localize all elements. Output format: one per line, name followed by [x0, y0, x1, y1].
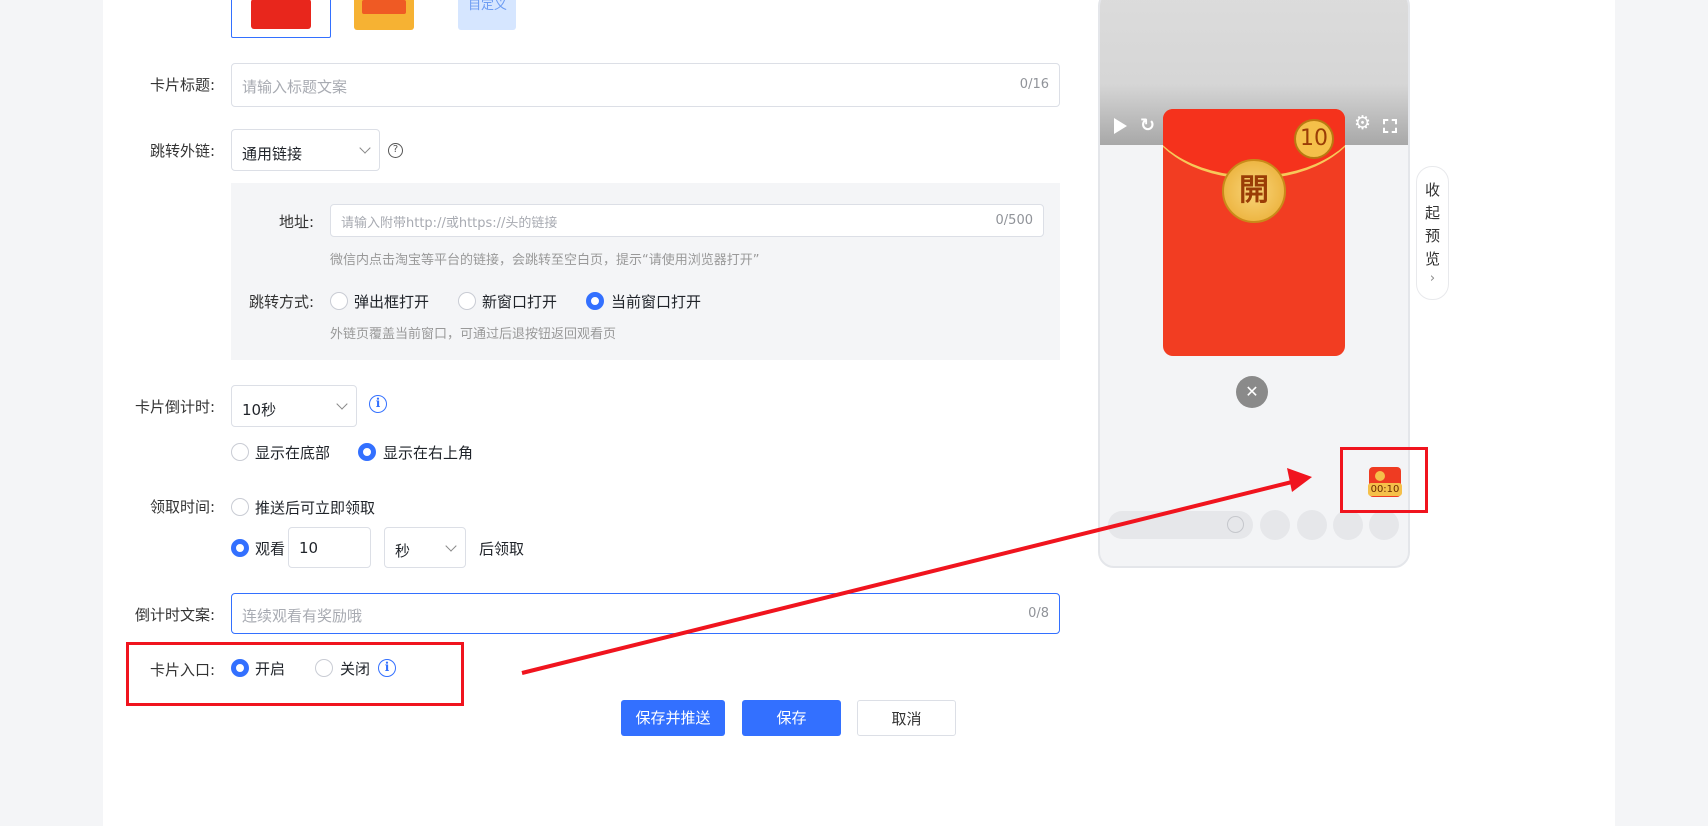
receive-watch-input[interactable]: 10: [288, 527, 371, 568]
cancel-button[interactable]: 取消: [857, 700, 956, 736]
chevron-right-icon: ›: [1429, 271, 1436, 286]
open-mode-new-window-radio[interactable]: [458, 292, 476, 310]
template-thumb-selected[interactable]: [231, 0, 331, 38]
settings-icon[interactable]: ⚙: [1354, 112, 1371, 134]
receive-watch-radio[interactable]: [231, 539, 249, 557]
address-input[interactable]: 请输入附带http://或https://头的链接 0/500: [330, 204, 1044, 237]
close-icon[interactable]: ✕: [1236, 376, 1268, 408]
collapse-preview-char: 收: [1424, 181, 1440, 199]
countdown-text-input[interactable]: 连续观看有奖励哦 0/8: [231, 593, 1060, 634]
countdown-top-right-radio[interactable]: [358, 443, 376, 461]
countdown-select[interactable]: 10秒: [231, 385, 357, 427]
help-icon[interactable]: ?: [388, 143, 403, 158]
collapse-preview-char: 预: [1424, 227, 1440, 245]
red-packet-card[interactable]: 10 開: [1163, 109, 1345, 356]
red-packet-open-label: 開: [1239, 173, 1269, 208]
countdown-value: 10秒: [242, 401, 277, 419]
card-title-count: 0/16: [1019, 77, 1049, 92]
open-mode-current-window-label[interactable]: 当前窗口打开: [611, 291, 701, 312]
fullscreen-icon[interactable]: [1383, 119, 1397, 133]
link-label: 跳转外链:: [149, 142, 215, 160]
custom-thumb-label: 自定义: [468, 0, 508, 13]
open-mode-current-window-radio[interactable]: [586, 292, 604, 310]
chevron-down-icon: [336, 398, 348, 410]
countdown-top-right-label[interactable]: 显示在右上角: [383, 442, 473, 463]
open-mode-label: 跳转方式:: [248, 293, 314, 311]
address-hint: 微信内点击淘宝等平台的链接，会跳转至空白页，提示“请使用浏览器打开”: [330, 253, 760, 268]
red-packet-count-badge: 10: [1294, 119, 1334, 159]
receive-unit-value: 秒: [395, 542, 411, 560]
annotation-box-mini-entry: [1340, 447, 1428, 513]
chevron-down-icon: [445, 540, 457, 552]
countdown-text-count: 0/8: [1028, 606, 1049, 621]
comment-input[interactable]: [1108, 511, 1253, 539]
play-icon[interactable]: [1114, 118, 1127, 134]
open-mode-popup-radio[interactable]: [330, 292, 348, 310]
custom-thumb[interactable]: 自定义: [458, 0, 516, 30]
card-title-label: 卡片标题:: [149, 76, 215, 94]
card-title-input[interactable]: 请输入标题文案 0/16: [231, 63, 1060, 107]
collapse-preview-char: 览: [1424, 250, 1440, 268]
emoji-icon[interactable]: [1227, 516, 1244, 533]
address-count: 0/500: [995, 213, 1033, 228]
chevron-down-icon: [359, 142, 371, 154]
gift-box-lid: [362, 0, 406, 14]
action-circle-icon[interactable]: [1369, 510, 1399, 540]
address-label: 地址:: [278, 213, 314, 231]
red-packet-count: 10: [1300, 126, 1328, 151]
open-mode-popup-label[interactable]: 弹出框打开: [354, 291, 429, 312]
action-circle-icon[interactable]: [1297, 510, 1327, 540]
red-packet-open-button[interactable]: 開: [1222, 159, 1286, 223]
receive-watch-label[interactable]: 观看: [255, 538, 285, 559]
collapse-preview-tab[interactable]: 收 起 预 览 ›: [1416, 166, 1449, 300]
receive-watch-value: 10: [299, 539, 319, 557]
info-icon[interactable]: i: [369, 395, 387, 413]
countdown-bottom-label[interactable]: 显示在底部: [255, 442, 330, 463]
countdown-text-placeholder: 连续观看有奖励哦: [242, 607, 363, 625]
receive-label: 领取时间:: [149, 498, 215, 516]
refresh-icon[interactable]: ↻: [1140, 115, 1155, 136]
collapse-preview-char: 起: [1424, 204, 1440, 222]
receive-immediate-label[interactable]: 推送后可立即领取: [255, 497, 375, 518]
save-push-button[interactable]: 保存并推送: [621, 700, 725, 736]
action-circle-icon[interactable]: [1260, 510, 1290, 540]
red-envelope-thumb: [251, 0, 311, 29]
countdown-label: 卡片倒计时:: [134, 398, 215, 416]
receive-unit-select[interactable]: 秒: [384, 527, 466, 568]
open-mode-hint: 外链页覆盖当前窗口，可通过后退按钮返回观看页: [330, 327, 617, 342]
link-type-select[interactable]: 通用链接: [231, 129, 380, 171]
countdown-text-label: 倒计时文案:: [134, 606, 215, 624]
address-placeholder: 请输入附带http://或https://头的链接: [341, 216, 558, 231]
close-symbol: ✕: [1245, 382, 1259, 401]
receive-immediate-radio[interactable]: [231, 498, 249, 516]
action-circle-icon[interactable]: [1333, 510, 1363, 540]
countdown-bottom-radio[interactable]: [231, 443, 249, 461]
receive-after-label: 后领取: [479, 540, 525, 558]
open-mode-new-window-label[interactable]: 新窗口打开: [482, 291, 557, 312]
card-title-placeholder: 请输入标题文案: [242, 78, 348, 96]
gift-box-thumb[interactable]: [354, 0, 414, 30]
link-type-value: 通用链接: [242, 145, 303, 163]
annotation-box-entry: [126, 642, 464, 706]
save-button[interactable]: 保存: [742, 700, 841, 736]
